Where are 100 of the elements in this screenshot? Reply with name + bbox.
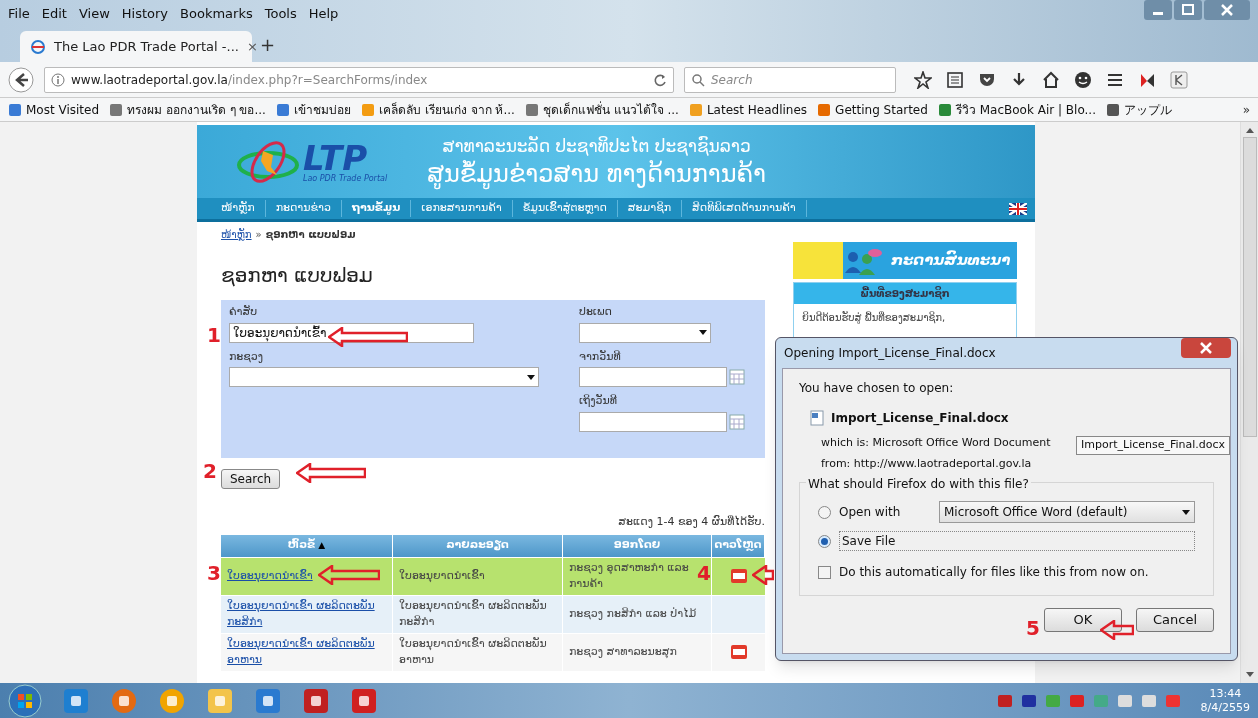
bookmark-item[interactable]: Latest Headlines bbox=[688, 100, 808, 119]
checkbox[interactable] bbox=[818, 565, 831, 579]
search-field[interactable]: Search bbox=[684, 66, 896, 93]
title-link[interactable]: ໃບອະນຸຍາດນຳເຂົ້າ ຜະລິດຕະພັນອາຫານ bbox=[227, 635, 386, 669]
page-title: ຊອກຫາ ແບບຟອມ bbox=[221, 262, 374, 289]
breadcrumb-link[interactable]: ໜ້າຫຼັກ bbox=[221, 227, 252, 242]
clock[interactable]: 13:44 8/4/2559 bbox=[1200, 686, 1250, 715]
pdf-icon[interactable] bbox=[730, 645, 747, 659]
dropdown[interactable] bbox=[579, 322, 711, 343]
field-label: ກະຊວງ bbox=[229, 348, 265, 365]
input-field[interactable]: ໃບອະນຸຍາດນຳເຂົ້າ bbox=[229, 322, 474, 343]
dialog-title: Opening Import_License_Final.docx bbox=[784, 345, 996, 362]
nav-tab[interactable]: ຂໍ້ມູນເຂົ້າສູ່ຕະຫຼາດ bbox=[512, 200, 618, 217]
smiley-icon[interactable] bbox=[1074, 70, 1092, 89]
bookmark-icon bbox=[1105, 102, 1120, 117]
address-bar[interactable]: www.laotradeportal.gov.la/index.php?r=SearchForms/index bbox=[44, 66, 674, 93]
column-header[interactable]: ຫົວຂໍ້ ▲ bbox=[221, 534, 393, 557]
date-field[interactable] bbox=[579, 367, 727, 387]
bookmark-item[interactable]: รีวิว MacBook Air | Blo... bbox=[937, 100, 1096, 119]
nav-tab[interactable]: ເອກະສານການຄ້າ bbox=[411, 200, 513, 217]
nav-tab[interactable]: ຖານຂໍ້ມູນ bbox=[341, 200, 412, 217]
nav-tab[interactable]: ສະມາຊິກ bbox=[617, 200, 683, 217]
maximize-icon[interactable] bbox=[1174, 0, 1202, 20]
menu-item[interactable]: Help bbox=[308, 4, 339, 24]
dialog-button[interactable]: OK bbox=[1044, 608, 1122, 632]
dialog-button[interactable]: Cancel bbox=[1136, 608, 1214, 632]
title-link[interactable]: ໃບອະນຸຍາດນຳເຂົ້າ bbox=[227, 567, 313, 585]
arrow-icon bbox=[328, 327, 408, 347]
close-icon[interactable] bbox=[1204, 0, 1250, 20]
bookmark-icon bbox=[8, 102, 22, 117]
search-button[interactable]: Search bbox=[221, 469, 281, 489]
table-row[interactable]: ໃບອະນຸຍາດນຳເຂົ້າ ຜະລິດຕະພັນກະສິກຳ ໃບອະນຸຍາດນຳເຂົ້າ ຜະລິດຕະພັນກະສິກຳ ກະຊວງ ກະສິກຳ ແລະ ປ່າໄມ້ bbox=[221, 594, 765, 633]
file-name: Import_License_Final.docx bbox=[831, 410, 1009, 427]
new-tab-button[interactable]: + bbox=[260, 31, 276, 62]
menu-item[interactable]: File bbox=[8, 4, 30, 24]
start-icon[interactable] bbox=[8, 683, 42, 718]
nav-tab[interactable]: ໜ້າຫຼັກ bbox=[211, 200, 266, 217]
tray-icon[interactable] bbox=[996, 692, 1013, 709]
logo-subtitle: Lao PDR Trade Portal bbox=[303, 174, 388, 183]
home-icon[interactable] bbox=[1042, 70, 1060, 89]
date-field[interactable] bbox=[579, 411, 727, 432]
reading-list-icon[interactable] bbox=[946, 70, 964, 89]
menu-item[interactable]: Bookmarks bbox=[180, 4, 253, 24]
scroll-down-icon bbox=[1245, 672, 1254, 677]
bookmark-icon bbox=[360, 102, 375, 117]
dialog-intro: You have chosen to open: bbox=[799, 380, 955, 397]
search-icon bbox=[691, 72, 705, 87]
step-number: 4 bbox=[697, 563, 711, 583]
breadcrumb-separator: » bbox=[255, 228, 262, 242]
step-number: 3 bbox=[207, 563, 221, 583]
scrollbar[interactable] bbox=[1240, 122, 1258, 683]
option-label[interactable]: Save File bbox=[839, 531, 1195, 551]
table-cell: ໃບອະນຸຍາດນຳເຂົ້າ ຜະລິດຕະພັນກະສິກຳ bbox=[393, 595, 563, 633]
nav-tab[interactable]: ກະດານຂ່າວ bbox=[265, 200, 342, 217]
menu-item[interactable]: Tools bbox=[264, 4, 297, 24]
nav-tab[interactable]: ສິດທິພິເສດດ້ານການຄ້າ bbox=[682, 200, 807, 217]
radio-button[interactable] bbox=[818, 534, 831, 548]
bookmark-item[interactable]: Getting Started bbox=[817, 100, 928, 119]
bookmark-icon bbox=[109, 102, 124, 117]
caret-icon bbox=[527, 374, 535, 380]
table-cell: ກະຊວງ ກະສິກຳ ແລະ ປ່າໄມ້ bbox=[563, 595, 712, 633]
table-cell: ໃບອະນຸຍາດນຳເຂົ້າ ຜະລິດຕະພັນອາຫານ bbox=[393, 633, 563, 671]
tray-icon[interactable] bbox=[1068, 692, 1085, 709]
menu-item[interactable]: History bbox=[121, 4, 169, 24]
star-icon[interactable] bbox=[914, 70, 932, 89]
option-label[interactable]: Open with bbox=[839, 503, 931, 521]
menu-item[interactable]: Edit bbox=[41, 4, 67, 24]
table-cell: ກະຊວງ ສາທາລະນະສຸກ bbox=[563, 633, 712, 671]
bookmark-item[interactable]: アップル bbox=[1105, 100, 1172, 119]
arrow-icon bbox=[752, 565, 774, 585]
pdf-icon[interactable] bbox=[730, 569, 747, 583]
file-type: which is: Microsoft Office Word Document bbox=[821, 435, 1051, 451]
menu-item[interactable]: View bbox=[78, 4, 110, 24]
table-row[interactable]: ໃບອະນຸຍາດນຳເຂົ້າ ຜະລິດຕະພັນອາຫານ ໃບອະນຸຍາດນຳເຂົ້າ ຜະລິດຕະພັນອາຫານ ກະຊວງ ສາທາລະນະສຸກ bbox=[221, 632, 765, 671]
close-icon[interactable] bbox=[1181, 338, 1231, 358]
reload-icon[interactable] bbox=[653, 72, 667, 87]
dropdown[interactable] bbox=[229, 367, 539, 387]
info-icon bbox=[51, 72, 65, 87]
bookmark-icon bbox=[688, 102, 703, 117]
calendar-icon[interactable] bbox=[729, 369, 745, 385]
field-label: ຈາກວັນທີ bbox=[579, 348, 622, 365]
field-label: ເຖິງວັນທີ bbox=[579, 393, 618, 409]
minimize-icon[interactable] bbox=[1144, 0, 1172, 20]
title-link[interactable]: ໃບອະນຸຍາດນຳເຂົ້າ ຜະລິດຕະພັນກະສິກຳ bbox=[227, 597, 386, 631]
bookmark-item[interactable]: เคล็ดลับ เรียนเก่ง จาก ห้... bbox=[360, 100, 515, 119]
tray-icon[interactable] bbox=[1116, 692, 1133, 709]
tray-icon[interactable] bbox=[1140, 692, 1157, 709]
bookmark-item[interactable]: เข้าชมบ่อย bbox=[275, 100, 351, 119]
search-placeholder: Search bbox=[711, 71, 753, 89]
header-line: ສາທາລະນະລັດ ປະຊາທິປະໄຕ ປະຊາຊົນລາວ bbox=[442, 134, 751, 158]
bookmarks-overflow[interactable]: » bbox=[1242, 100, 1250, 119]
bookmark-item[interactable]: ทรงผม ออกงานเริด ๆ ขอ... bbox=[109, 100, 266, 119]
calendar-icon[interactable] bbox=[729, 413, 745, 430]
back-icon[interactable] bbox=[8, 66, 34, 93]
bookmark-item[interactable]: Most Visited bbox=[8, 100, 100, 119]
checkbox-label[interactable]: Do this automatically for files like this from now on. bbox=[839, 563, 1149, 581]
tray-icon[interactable] bbox=[1020, 692, 1037, 709]
bookmark-item[interactable]: ชุดเด็กแฟชั่น แนวไต้ใจ ... bbox=[524, 100, 679, 119]
radio-button[interactable] bbox=[818, 505, 831, 519]
app-dropdown[interactable]: Microsoft Office Word (default) bbox=[939, 501, 1195, 523]
